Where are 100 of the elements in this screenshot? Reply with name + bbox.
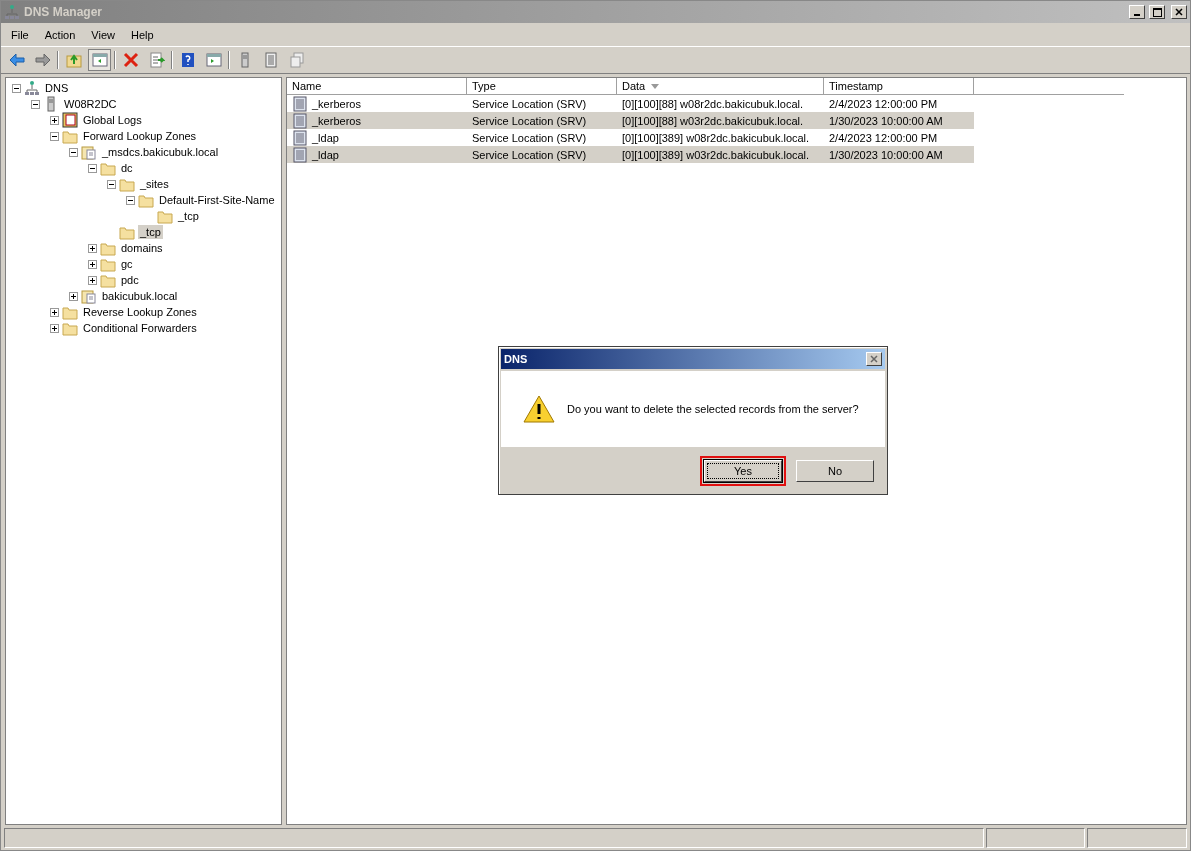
collapse-toggle[interactable]: [31, 99, 40, 109]
folder-icon: [100, 160, 116, 176]
dialog-title: DNS: [504, 353, 528, 365]
table-cell: Service Location (SRV): [472, 131, 587, 144]
back-arrow-icon: [8, 52, 25, 68]
tree-item[interactable]: Global Logs: [81, 113, 144, 127]
minimize-button[interactable]: [1129, 5, 1145, 19]
toolbar-button[interactable]: [88, 49, 111, 71]
tree-item[interactable]: _msdcs.bakicubuk.local: [100, 145, 221, 159]
folder-icon: [119, 176, 135, 192]
folder-icon: [100, 240, 116, 256]
column-header[interactable]: Data: [617, 78, 824, 95]
plus-icon: [51, 116, 58, 124]
folder-icon: [138, 192, 154, 208]
table-cell: _kerberos: [312, 97, 361, 110]
expand-toggle[interactable]: [50, 307, 59, 317]
warning-icon: [523, 394, 555, 424]
table-cell: [0][100][88] w03r2dc.bakicubuk.local.: [622, 114, 803, 127]
plus-icon: [70, 292, 77, 300]
folder-icon: [62, 304, 78, 320]
tree-item[interactable]: DNS: [43, 81, 71, 95]
network-icon: [24, 80, 40, 96]
record-icon: [292, 129, 308, 146]
maximize-button[interactable]: [1149, 5, 1165, 19]
collapse-toggle[interactable]: [126, 195, 135, 205]
close-button[interactable]: [866, 352, 882, 366]
tree-item[interactable]: dc: [119, 161, 135, 175]
help-icon: [179, 52, 196, 68]
tree-item[interactable]: _tcp: [176, 209, 201, 223]
folder-icon: [100, 256, 116, 272]
record-icon: [292, 112, 308, 129]
dialog-button[interactable]: Yes: [704, 460, 782, 482]
delete-icon: [122, 52, 139, 68]
column-header[interactable]: Timestamp: [824, 78, 974, 95]
record-list-icon: [262, 52, 279, 68]
table-cell: 1/30/2023 10:00:00 AM: [829, 148, 943, 161]
expand-toggle[interactable]: [50, 115, 59, 125]
collapse-toggle[interactable]: [50, 131, 59, 141]
console-tree-icon: [91, 52, 108, 68]
tree-item[interactable]: Forward Lookup Zones: [81, 129, 199, 143]
expand-toggle[interactable]: [88, 259, 97, 269]
expand-toggle[interactable]: [69, 291, 78, 301]
menu-item[interactable]: View: [84, 27, 122, 43]
menu-item[interactable]: Help: [123, 27, 161, 43]
expand-toggle[interactable]: [50, 323, 59, 333]
folder-icon: [157, 208, 173, 224]
table-cell: [0][100][88] w08r2dc.bakicubuk.local.: [622, 97, 803, 110]
collapse-toggle[interactable]: [12, 83, 21, 93]
table-cell: _ldap: [312, 148, 339, 161]
record-row[interactable]: _ldap Service Location (SRV) [0][100][389] w03r2dc.bakicubuk.local. 1/30/2023 10:00:00 AM: [287, 146, 974, 163]
table-cell: 2/4/2023 12:00:00 PM: [829, 97, 938, 110]
plus-icon: [89, 260, 96, 268]
tree-item[interactable]: Default-First-Site-Name: [157, 193, 277, 207]
zone-file-icon: [81, 288, 97, 304]
table-cell: _ldap: [312, 131, 339, 144]
table-cell: [0][100][389] w03r2dc.bakicubuk.local.: [622, 148, 810, 161]
table-cell: 1/30/2023 10:00:00 AM: [829, 114, 943, 127]
plus-icon: [51, 308, 58, 316]
tree-item[interactable]: W08R2DC: [62, 97, 119, 111]
dialog-message: Do you want to delete the selected records from the server?: [567, 403, 859, 415]
tree-item[interactable]: domains: [119, 241, 165, 255]
tree-item[interactable]: Conditional Forwarders: [81, 321, 199, 335]
record-icon: [292, 146, 308, 163]
menu-item[interactable]: File: [4, 27, 36, 43]
collapse-toggle[interactable]: [88, 163, 97, 173]
expand-toggle[interactable]: [88, 275, 97, 285]
dialog-button[interactable]: No: [796, 460, 874, 482]
zone-file-icon: [81, 144, 97, 160]
column-header[interactable]: Name: [287, 78, 467, 95]
tree-item[interactable]: Reverse Lookup Zones: [81, 305, 199, 319]
log-book-icon: [62, 112, 78, 128]
record-row[interactable]: _kerberos Service Location (SRV) [0][100][88] w03r2dc.bakicubuk.local. 1/30/2023 10:00:00 AM: [287, 112, 974, 129]
record-icon: [292, 95, 308, 112]
tree-item[interactable]: bakicubuk.local: [100, 289, 180, 303]
plus-icon: [89, 244, 96, 252]
folder-icon: [62, 320, 78, 336]
table-cell: Service Location (SRV): [472, 148, 587, 161]
close-icon: [870, 355, 878, 363]
expand-toggle[interactable]: [88, 243, 97, 253]
window-title: DNS Manager: [24, 5, 104, 19]
tree-item[interactable]: _tcp: [138, 225, 163, 239]
export-list-icon: [148, 52, 165, 68]
tree-item[interactable]: gc: [119, 257, 135, 271]
collapse-toggle[interactable]: [107, 179, 116, 189]
table-cell: 2/4/2023 12:00:00 PM: [829, 131, 938, 144]
close-icon: [1175, 8, 1183, 16]
collapse-toggle[interactable]: [69, 147, 78, 157]
table-cell: _kerberos: [312, 114, 361, 127]
menu-item[interactable]: Action: [37, 27, 83, 43]
table-cell: [0][100][389] w08r2dc.bakicubuk.local.: [622, 131, 810, 144]
tree-item[interactable]: _sites: [138, 177, 171, 191]
folder-icon: [62, 128, 78, 144]
maximize-icon: [1152, 7, 1162, 17]
table-cell: Service Location (SRV): [472, 114, 587, 127]
tree-item[interactable]: pdc: [119, 273, 141, 287]
folder-icon: [119, 224, 135, 240]
close-button[interactable]: [1171, 5, 1187, 19]
column-header[interactable]: Type: [467, 78, 617, 95]
network-icon: [4, 4, 20, 20]
forward-arrow-icon: [34, 52, 51, 68]
